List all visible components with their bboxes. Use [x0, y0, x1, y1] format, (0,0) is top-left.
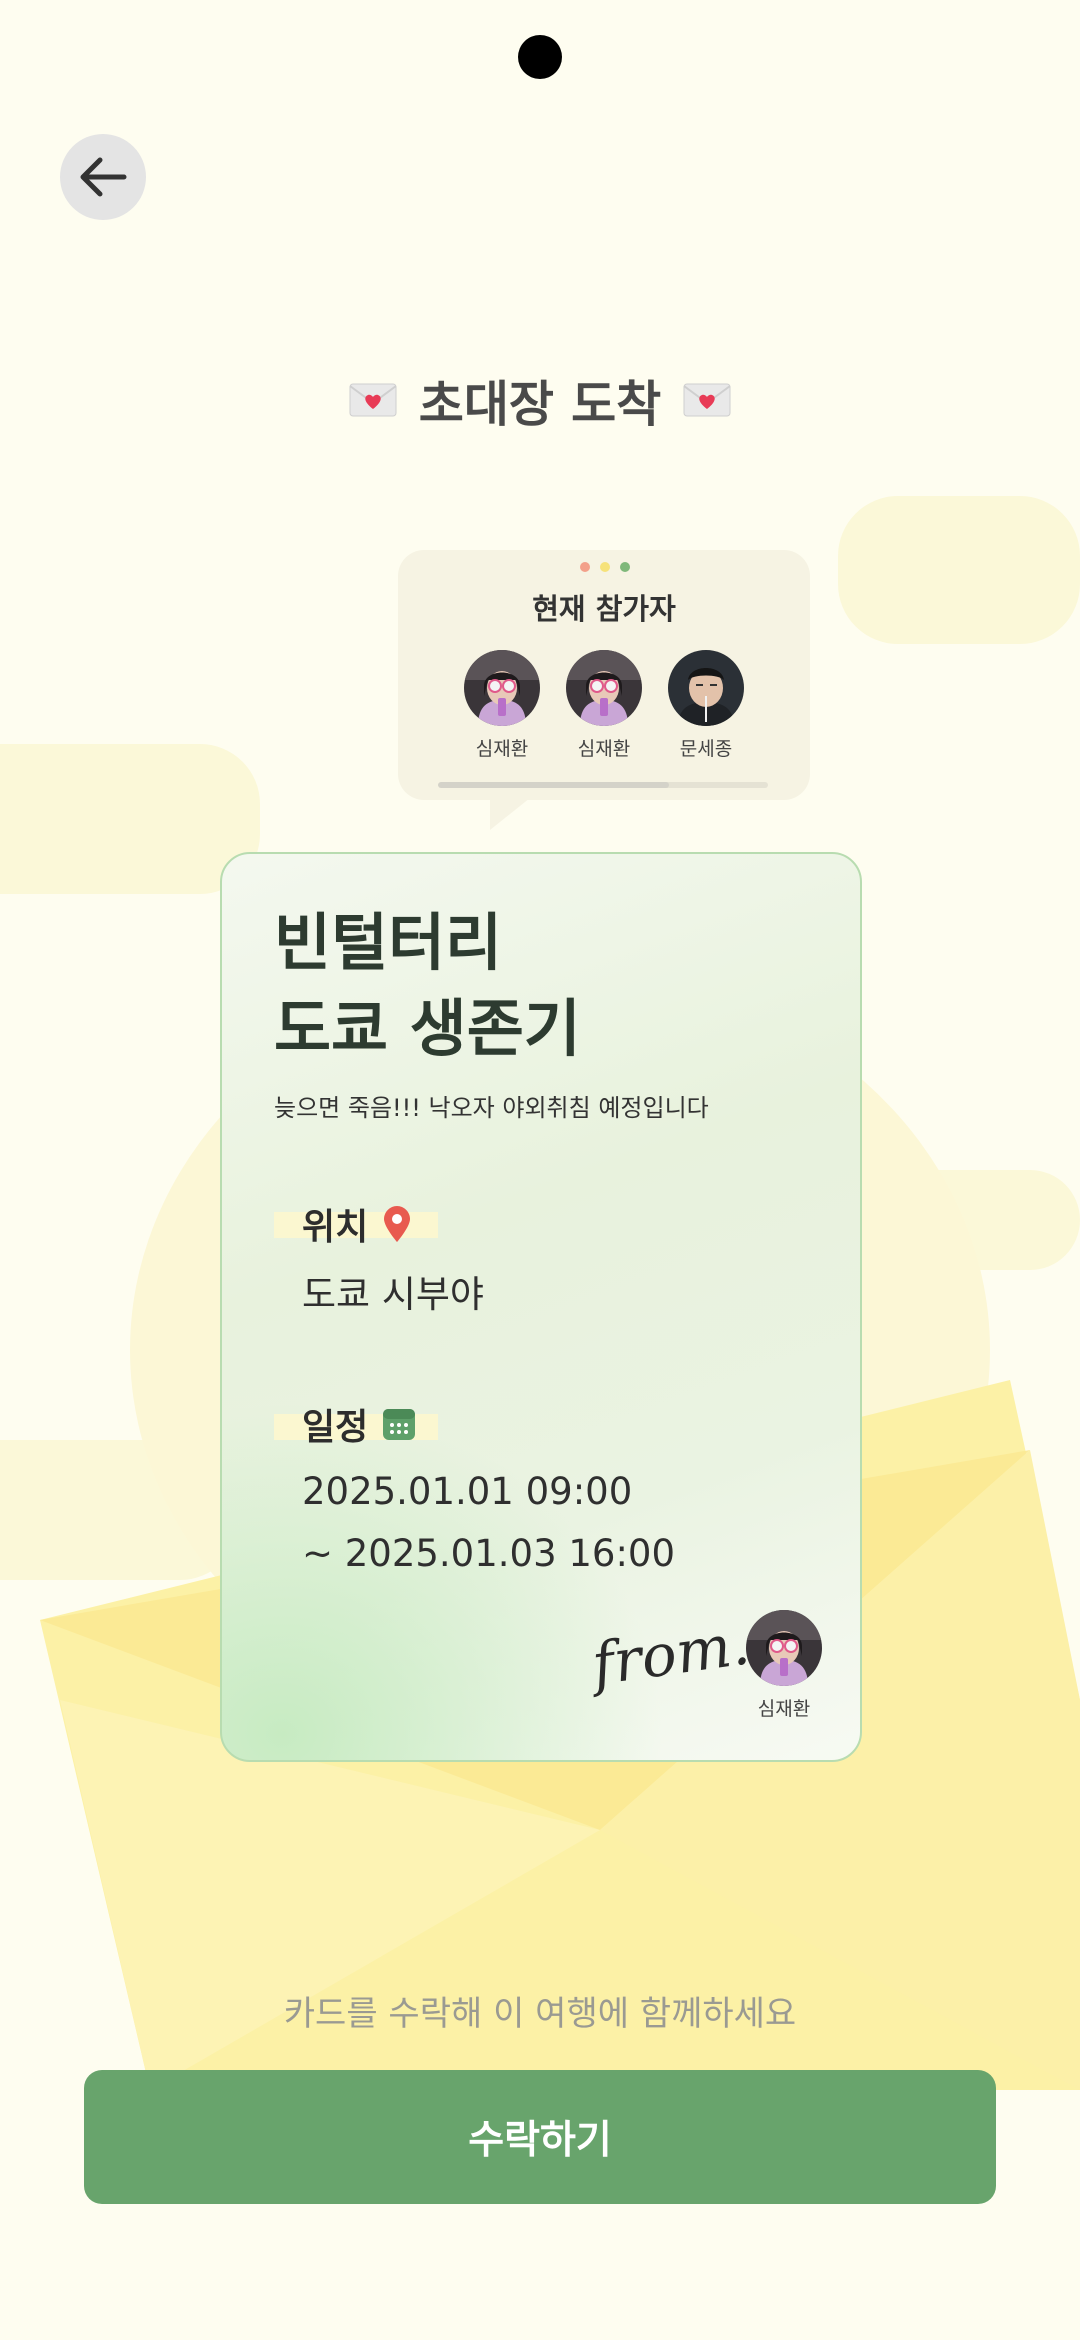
love-letter-icon: [349, 383, 397, 417]
back-button[interactable]: [60, 134, 146, 220]
location-value: 도쿄 시부야: [302, 1273, 484, 1316]
card-title: 빈털터리 도쿄 생존기: [274, 900, 581, 1072]
avatar: [464, 650, 540, 726]
accept-button-label: 수락하기: [468, 2118, 612, 2163]
arrow-left-icon: [80, 157, 127, 197]
bg-cloud: [838, 496, 1080, 644]
avatar: [746, 1610, 822, 1686]
front-camera: [518, 35, 562, 79]
location-heading: 위치: [302, 1198, 412, 1250]
participant-item[interactable]: 심재환: [464, 650, 540, 761]
participants-title: 현재 참가자: [532, 592, 676, 626]
dot-yellow: [600, 562, 610, 572]
map-pin-icon: [384, 1206, 411, 1242]
page-title-row: 초대장 도착: [0, 360, 1080, 440]
avatar: [566, 650, 642, 726]
accept-button[interactable]: 수락하기: [84, 2070, 996, 2204]
participant-item[interactable]: 문세종: [668, 650, 744, 761]
dot-red: [580, 562, 590, 572]
schedule-start: 2025.01.01 09:00: [302, 1470, 633, 1513]
card-title-line1: 빈털터리: [274, 906, 503, 979]
participants-list: 심재환 심재환 문세종: [398, 650, 810, 761]
calendar-icon: [383, 1409, 416, 1440]
scrollbar-thumb: [438, 782, 669, 788]
bubble-tail: [490, 790, 540, 830]
participants-scrollbar[interactable]: [438, 782, 768, 788]
schedule-heading: 일정: [302, 1398, 416, 1450]
avatar: [668, 650, 744, 726]
participant-name: 심재환: [577, 738, 631, 760]
participant-name: 심재환: [475, 738, 529, 760]
window-dots: [580, 562, 630, 572]
schedule-label: 일정: [302, 1407, 369, 1448]
participant-item[interactable]: 심재환: [566, 650, 642, 761]
invite-message: 카드를 수락해 이 여행에 함께하세요: [283, 1994, 797, 2034]
host-name: 심재환: [757, 1698, 811, 1720]
love-letter-icon: [683, 383, 731, 417]
card-subtitle: 늦으면 죽음!!! 낙오자 야외취침 예정입니다: [274, 1094, 709, 1122]
location-label: 위치: [302, 1207, 369, 1248]
participant-name: 문세종: [679, 738, 733, 760]
host[interactable]: 심재환: [744, 1610, 824, 1721]
dot-green: [620, 562, 630, 572]
page-title: 초대장 도착: [418, 375, 662, 433]
schedule-end: ~ 2025.01.03 16:00: [302, 1532, 675, 1575]
card-title-line2: 도쿄 생존기: [274, 992, 581, 1065]
